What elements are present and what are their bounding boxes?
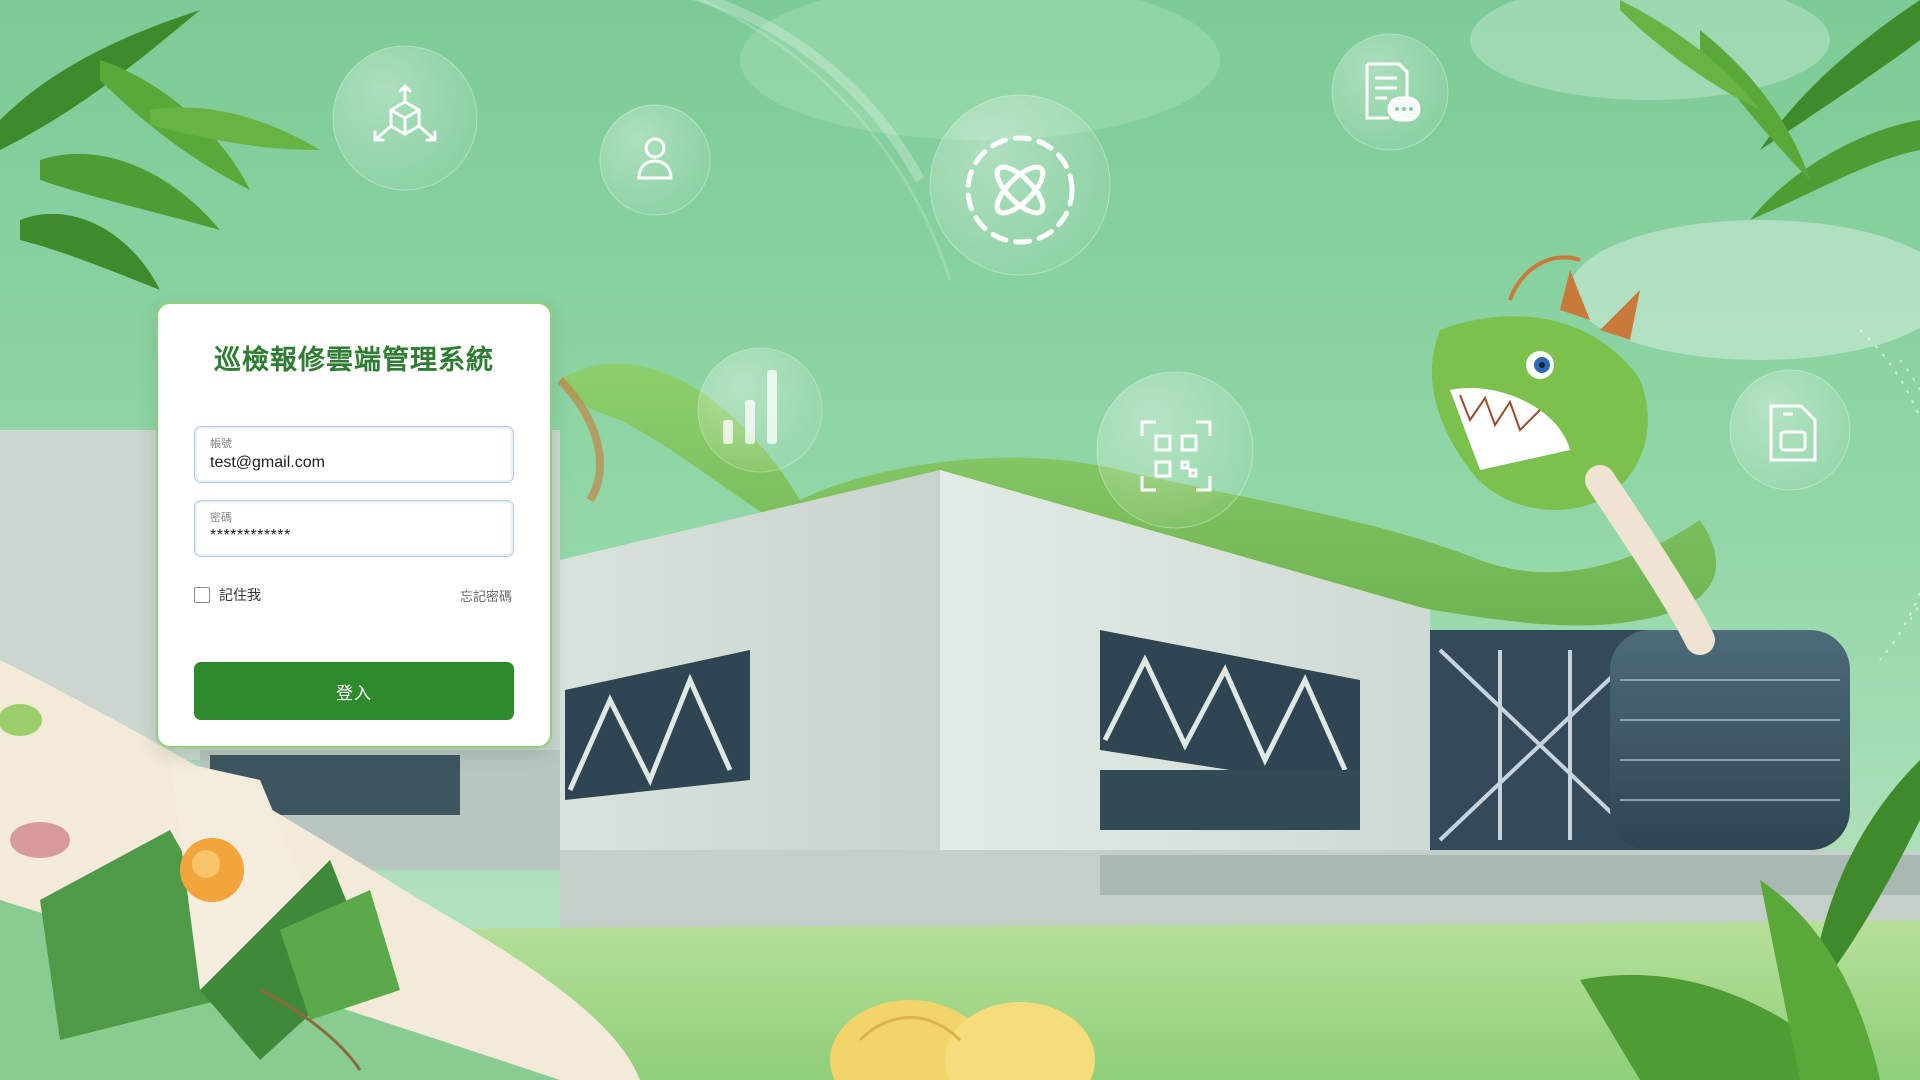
atom-icon <box>965 135 1075 245</box>
account-input[interactable]: test@gmail.com <box>210 454 325 472</box>
password-input[interactable]: ************ <box>210 527 291 545</box>
login-button[interactable]: 登入 <box>194 662 514 720</box>
cube-network-icon <box>373 84 437 142</box>
login-title: 巡檢報修雲端管理系統 <box>214 345 494 376</box>
login-page: 巡檢報修雲端管理系統 帳號 test@gmail.com 密碼 ********… <box>0 0 1920 1080</box>
remember-me[interactable]: 記住我 <box>194 584 261 606</box>
sim-card-icon <box>1769 404 1817 462</box>
remember-me-checkbox[interactable] <box>194 587 210 603</box>
login-card: 巡檢報修雲端管理系統 帳號 test@gmail.com 密碼 ********… <box>156 302 552 748</box>
password-field[interactable]: 密碼 ************ <box>194 500 514 557</box>
account-field[interactable]: 帳號 test@gmail.com <box>194 426 514 483</box>
bar-chart-icon <box>723 370 777 444</box>
user-icon <box>637 137 673 180</box>
remember-me-label: 記住我 <box>219 588 261 604</box>
document-chat-icon <box>1365 62 1421 122</box>
password-label: 密碼 <box>210 511 232 524</box>
qr-code-icon <box>1140 420 1212 492</box>
account-label: 帳號 <box>210 437 232 450</box>
forgot-password-link[interactable]: 忘記密碼 <box>460 586 512 605</box>
